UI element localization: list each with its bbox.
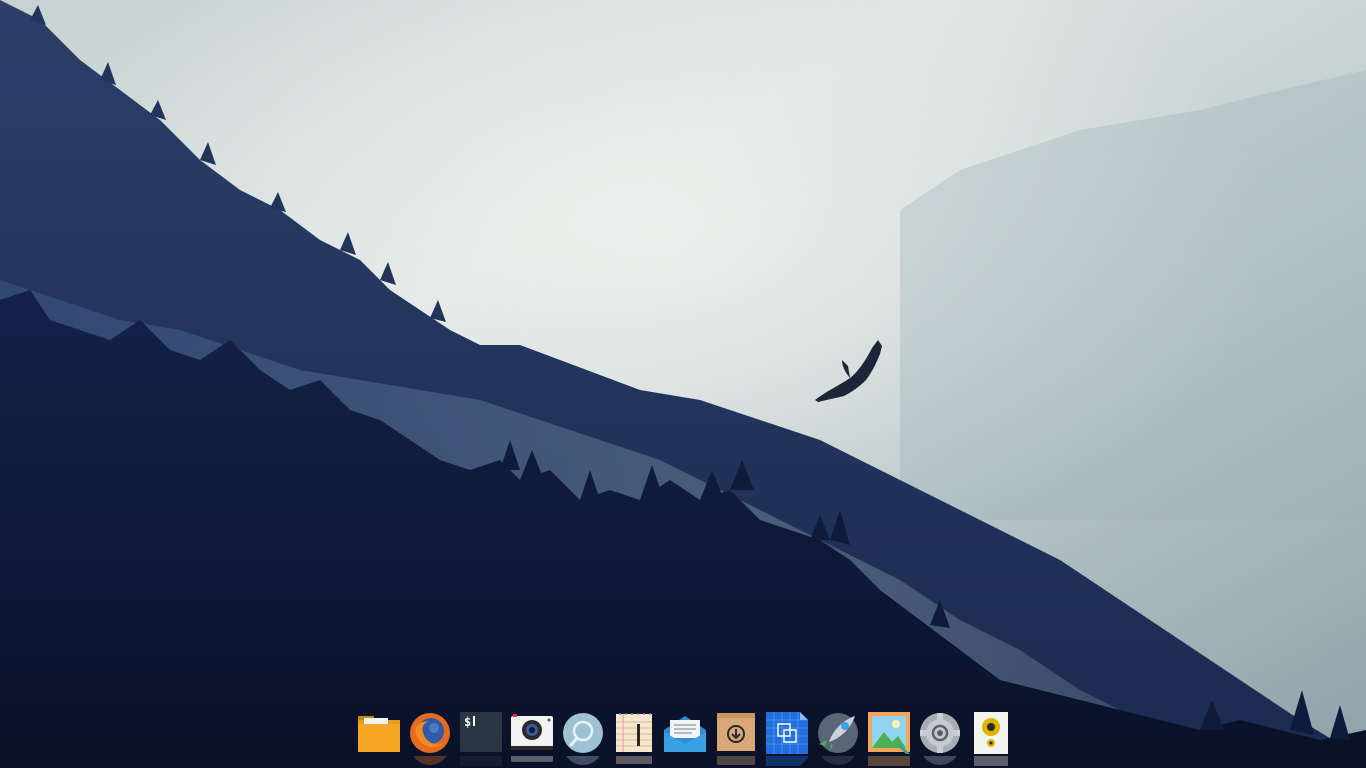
dock-item-music-player[interactable] [966, 706, 1017, 768]
dock-item-label [711, 706, 712, 707]
mail-icon [664, 716, 706, 752]
dock-item-label [966, 706, 967, 707]
svg-text:$: $ [464, 715, 471, 729]
dock-item-notes[interactable] [609, 706, 660, 768]
dock-item-mail[interactable] [660, 706, 711, 768]
dock-item-label [762, 706, 763, 707]
camera-icon [511, 714, 553, 750]
dock-item-label [405, 706, 406, 707]
dock-item-label [609, 706, 610, 707]
archive-icon [717, 713, 755, 751]
dock-item-label [558, 706, 559, 707]
image-viewer-icon [868, 712, 910, 754]
dock-item-label [507, 706, 508, 707]
search-icon [563, 713, 603, 753]
wallpaper-image [0, 0, 1366, 768]
music-player-icon [974, 712, 1008, 754]
screenshot-icon [766, 712, 808, 754]
dock-item-image-viewer[interactable] [864, 706, 915, 768]
dock-item-launcher[interactable] [813, 706, 864, 768]
dock-item-search[interactable] [558, 706, 609, 768]
dock-item-label [660, 706, 661, 707]
dock-item-screenshot[interactable] [762, 706, 813, 768]
dock-item-terminal[interactable]: $ [456, 706, 507, 768]
dock-item-camera[interactable] [507, 706, 558, 768]
desktop[interactable]: $ [0, 0, 1366, 768]
dock-item-label [813, 706, 814, 707]
dock-item-label [354, 706, 355, 707]
file-manager-icon [358, 716, 400, 752]
dock-item-settings[interactable] [915, 706, 966, 768]
dock-item-label [864, 706, 865, 707]
dock-item-firefox[interactable] [405, 706, 456, 768]
dock-item-archive[interactable] [711, 706, 762, 768]
dock-item-file-manager[interactable] [354, 706, 405, 768]
settings-icon [920, 713, 960, 753]
notes-icon [616, 713, 652, 752]
terminal-icon: $ [460, 712, 502, 752]
firefox-icon [410, 713, 450, 753]
dock-item-label [915, 706, 916, 707]
launcher-icon [818, 713, 858, 753]
dock: $ [348, 706, 1012, 768]
